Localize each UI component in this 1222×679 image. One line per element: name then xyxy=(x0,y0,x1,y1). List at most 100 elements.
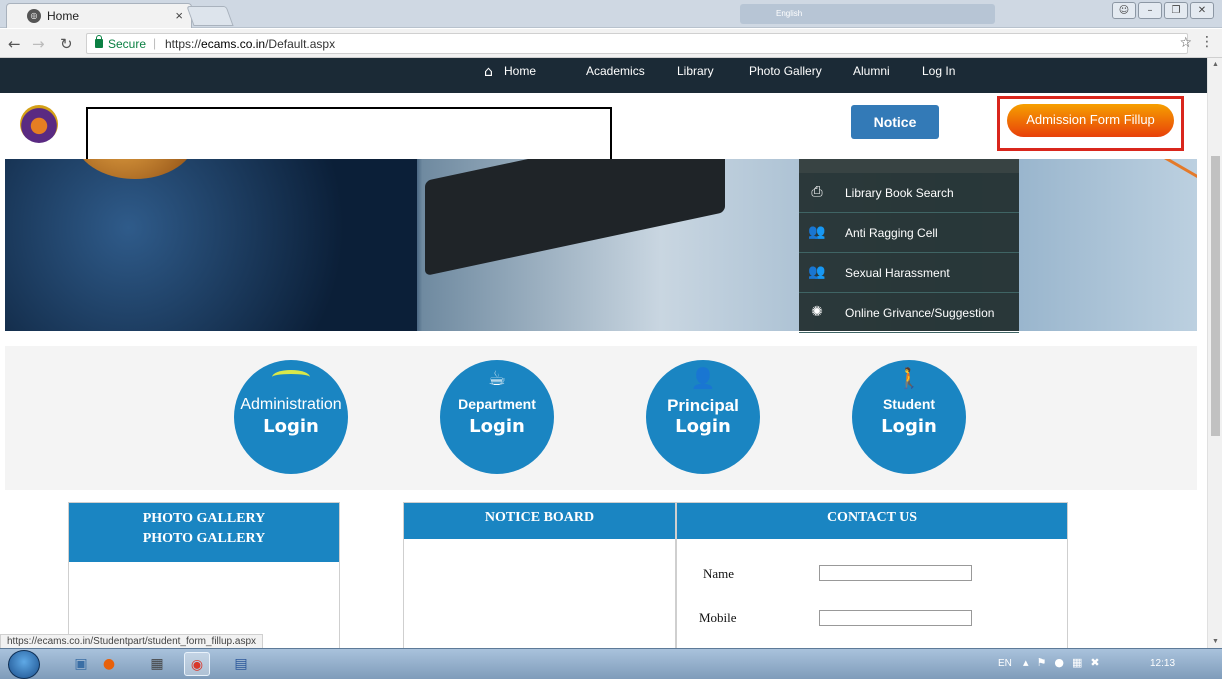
scroll-up-arrow-icon[interactable]: ▲ xyxy=(1212,61,1219,68)
login-line1: Department xyxy=(458,396,536,412)
explorer-taskbar-icon[interactable]: ▣ xyxy=(68,652,94,676)
login-line1: Student xyxy=(882,396,936,412)
url-input[interactable]: Secure | https://ecams.co.in/Default.asp… xyxy=(86,33,1188,54)
close-window-icon[interactable]: ✕ xyxy=(1190,2,1214,19)
notice-button[interactable]: Notice xyxy=(851,105,939,139)
lock-icon xyxy=(95,35,103,48)
system-tray-icons[interactable]: ▴⚑●▦✖ xyxy=(1023,656,1108,669)
login-line1: Administration xyxy=(240,396,342,413)
ime-language-label: English xyxy=(776,9,803,18)
login-line2: Login xyxy=(675,416,731,437)
top-navigation: ⌂ Home Academics Library Photo Gallery A… xyxy=(0,58,1207,93)
contact-name-field[interactable] xyxy=(819,565,972,581)
url-separator: | xyxy=(153,36,157,50)
scroll-down-arrow-icon[interactable]: ▼ xyxy=(1212,638,1219,645)
banner-starfield xyxy=(5,159,417,331)
login-line2: Login xyxy=(881,416,937,437)
url-scheme: https:// xyxy=(165,37,202,51)
admission-form-button[interactable]: Admission Form Fillup xyxy=(1007,104,1174,137)
language-bar[interactable]: English xyxy=(740,4,995,24)
login-line2: Login xyxy=(263,416,319,437)
quick-link-label: Anti Ragging Cell xyxy=(845,226,938,240)
quick-menu-top-strip xyxy=(799,159,1019,173)
back-arrow-icon[interactable]: ← xyxy=(8,35,21,53)
group-icon: 👥 xyxy=(808,264,826,280)
tray-language[interactable]: EN xyxy=(998,658,1012,669)
firefox-taskbar-icon[interactable]: ● xyxy=(96,652,122,676)
contact-name-label: Name xyxy=(703,566,735,581)
address-bar-row: ← → ↻ Secure | https://ecams.co.in/Defau… xyxy=(0,29,1222,58)
photo-gallery-panel: PHOTO GALLERY PHOTO GALLERY xyxy=(68,502,340,648)
window-controls: ☺ – ❐ ✕ xyxy=(1112,2,1214,19)
reload-icon[interactable]: ↻ xyxy=(60,35,73,53)
department-login-button[interactable]: ☕ Department Login xyxy=(440,360,554,474)
photo-gallery-header: PHOTO GALLERY PHOTO GALLERY xyxy=(69,503,339,562)
url-domain: ecams.co.in xyxy=(201,37,266,51)
cup-icon: ☕ xyxy=(488,366,506,390)
swoosh-icon xyxy=(272,370,310,384)
site-favicon-icon: ◎ xyxy=(27,9,41,23)
nav-library[interactable]: Library xyxy=(677,64,714,78)
login-line1: Principal xyxy=(667,396,739,415)
word-taskbar-icon[interactable]: ▤ xyxy=(228,652,254,676)
site-header: Notice Admission Form Fillup xyxy=(0,93,1207,161)
banner-book xyxy=(1141,159,1197,224)
home-icon[interactable]: ⌂ xyxy=(484,64,493,80)
bulb-icon: ✺ xyxy=(811,304,823,320)
notice-board-panel: NOTICE BOARD xyxy=(403,502,676,648)
login-section: Administration Login ☕ Department Login … xyxy=(5,346,1197,490)
quick-link-label: Online Grivance/Suggestion xyxy=(845,306,995,320)
book-search-icon: ⎙ xyxy=(811,184,823,200)
college-name-redaction-box xyxy=(86,107,612,161)
browser-tab-bar: ◎ Home × English ☺ – ❐ ✕ xyxy=(0,0,1222,28)
principal-login-button[interactable]: 👤 Principal Login xyxy=(646,360,760,474)
chrome-taskbar-icon[interactable]: ◉ xyxy=(184,652,210,676)
forward-arrow-icon[interactable]: → xyxy=(32,35,45,53)
quick-link-library-book-search[interactable]: ⎙ Library Book Search xyxy=(799,173,1019,213)
tab-close-icon[interactable]: × xyxy=(175,8,183,23)
scrollbar-thumb[interactable] xyxy=(1211,156,1220,436)
contact-mobile-field[interactable] xyxy=(819,610,972,626)
minimize-icon[interactable]: – xyxy=(1138,2,1162,19)
user-icon[interactable]: ☺ xyxy=(1112,2,1136,19)
administration-login-button[interactable]: Administration Login xyxy=(234,360,348,474)
new-tab-button[interactable] xyxy=(186,6,234,26)
tray-clock[interactable]: 12:13 xyxy=(1150,658,1175,669)
login-line2: Login xyxy=(469,416,525,437)
nav-home[interactable]: Home xyxy=(504,64,536,78)
notice-board-title: NOTICE BOARD xyxy=(404,503,675,539)
group-icon: 👥 xyxy=(808,224,826,240)
page-scrollbar[interactable]: ▲ ▼ xyxy=(1207,58,1222,648)
bookmark-star-icon[interactable]: ☆ xyxy=(1179,35,1192,51)
quick-link-sexual-harassment[interactable]: 👥 Sexual Harassment xyxy=(799,253,1019,293)
contact-us-title: CONTACT US xyxy=(677,503,1067,539)
link-status-bubble: https://ecams.co.in/Studentpart/student_… xyxy=(0,634,264,648)
browser-tab[interactable]: ◎ Home × xyxy=(6,3,192,28)
contact-us-panel: CONTACT US Name Mobile xyxy=(676,502,1068,648)
url-path: /Default.aspx xyxy=(265,37,336,51)
nav-academics[interactable]: Academics xyxy=(586,64,645,78)
quick-link-online-grievance[interactable]: ✺ Online Grivance/Suggestion xyxy=(799,293,1019,333)
quick-link-label: Sexual Harassment xyxy=(845,266,950,280)
page-viewport: ⌂ Home Academics Library Photo Gallery A… xyxy=(0,58,1222,648)
college-logo[interactable] xyxy=(20,105,58,143)
nav-photo-gallery[interactable]: Photo Gallery xyxy=(749,64,822,78)
quick-link-label: Library Book Search xyxy=(845,186,954,200)
windows-taskbar: ▣ ● ▦ ◉ ▤ EN ▴⚑●▦✖ 12:13 xyxy=(0,648,1222,679)
start-button[interactable] xyxy=(8,650,40,679)
tab-title: Home xyxy=(47,9,80,23)
nav-alumni[interactable]: Alumni xyxy=(853,64,890,78)
browser-menu-icon[interactable]: ⋮ xyxy=(1200,34,1214,50)
restore-icon[interactable]: ❐ xyxy=(1164,2,1188,19)
url-text: https://ecams.co.in/Default.aspx xyxy=(165,37,335,51)
quick-link-anti-ragging[interactable]: 👥 Anti Ragging Cell xyxy=(799,213,1019,253)
banner-laptop xyxy=(425,159,725,276)
photo-gallery-title: PHOTO GALLERY xyxy=(142,511,266,526)
person-icon: 👤 xyxy=(690,366,716,390)
student-login-button[interactable]: 🚶 Student Login xyxy=(852,360,966,474)
nav-login[interactable]: Log In xyxy=(922,64,955,78)
calculator-taskbar-icon[interactable]: ▦ xyxy=(144,652,170,676)
photo-gallery-subtitle: PHOTO GALLERY xyxy=(142,531,266,546)
secure-label: Secure xyxy=(108,37,147,51)
contact-mobile-label: Mobile xyxy=(699,610,737,625)
